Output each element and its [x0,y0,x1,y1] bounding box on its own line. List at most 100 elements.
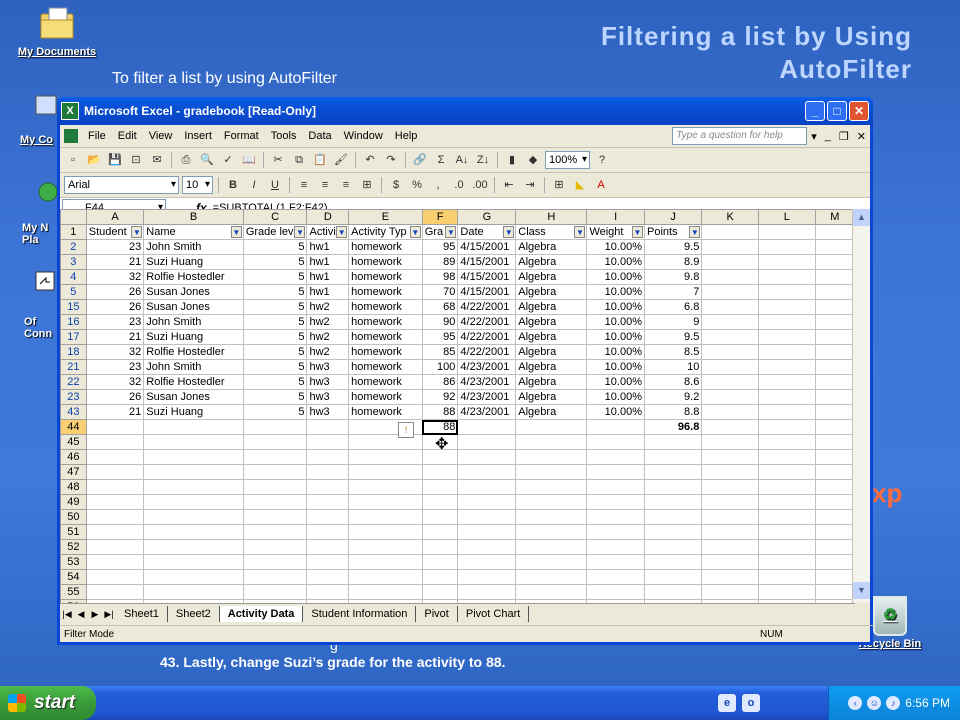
drawing-icon[interactable]: ◆ [524,151,542,169]
cell[interactable] [85,509,145,525]
cell[interactable]: 98 [421,269,459,285]
cell[interactable]: 10.00% [586,359,645,375]
cell[interactable]: homework [348,359,423,375]
field-header-cell[interactable]: Date ▼ [457,224,517,240]
cell[interactable]: 4/22/2001 [457,329,517,345]
zoom-select[interactable]: 100% [545,151,590,169]
cell[interactable] [643,554,703,570]
cell[interactable] [758,464,816,480]
cell[interactable] [306,554,350,570]
bold-icon[interactable]: B [224,176,242,194]
cell[interactable]: Susan Jones [143,299,244,315]
cell[interactable]: 8.5 [643,344,703,360]
volume-icon[interactable]: ♪ [886,696,901,710]
cell[interactable]: 10.00% [586,329,645,345]
cell[interactable]: hw2 [306,329,350,345]
cell[interactable]: 7 [643,284,703,300]
cell[interactable]: 10.00% [586,239,645,255]
percent-icon[interactable]: % [408,176,426,194]
menu-window[interactable]: Window [338,130,389,142]
column-header[interactable]: F [421,209,459,225]
scroll-up-icon[interactable]: ▲ [853,209,870,226]
cell[interactable] [457,524,517,540]
cell[interactable] [421,539,459,555]
cell[interactable]: 10.00% [586,344,645,360]
cell[interactable] [306,509,350,525]
cell[interactable]: 9.2 [643,389,703,405]
row-header[interactable]: 50 [60,509,87,525]
cell[interactable] [306,524,350,540]
cell[interactable] [814,554,855,570]
cell[interactable] [701,449,760,465]
cell[interactable] [515,509,588,525]
ask-dropdown-icon[interactable]: ▾ [807,130,821,143]
cell[interactable]: 4/22/2001 [457,299,517,315]
cell[interactable] [85,539,145,555]
cell[interactable]: 26 [85,299,145,315]
align-right-icon[interactable]: ≡ [337,176,355,194]
cell[interactable]: 100 [421,359,459,375]
cell[interactable]: homework [348,239,423,255]
field-header-cell[interactable]: Weight ▼ [586,224,645,240]
cell[interactable] [143,509,244,525]
row-header[interactable]: 53 [60,554,87,570]
cell[interactable]: 23 [85,359,145,375]
cell[interactable] [814,524,855,540]
undo-icon[interactable]: ↶ [361,151,379,169]
maximize-button[interactable]: □ [827,101,847,121]
cell[interactable]: 4/23/2001 [457,389,517,405]
cell[interactable] [457,554,517,570]
cell[interactable]: hw1 [306,239,350,255]
research-icon[interactable]: 📖 [240,151,258,169]
cell[interactable]: Suzi Huang [143,329,244,345]
cell[interactable] [814,494,855,510]
cell[interactable]: 5 [242,359,308,375]
cell[interactable]: hw3 [306,404,350,420]
cell[interactable] [701,344,760,360]
cell[interactable]: 95 [421,239,459,255]
cell[interactable]: homework [348,314,423,330]
ask-question-input[interactable]: Type a question for help [672,127,808,145]
email-icon[interactable]: ✉ [148,151,166,169]
cell[interactable]: 5 [242,239,308,255]
column-header[interactable]: K [701,209,760,225]
field-header-cell[interactable]: Activity Typ ▼ [348,224,423,240]
cell[interactable]: homework [348,269,423,285]
cell[interactable] [85,419,145,435]
field-header-cell[interactable] [701,224,760,240]
start-button[interactable]: start [0,686,96,720]
cell[interactable] [758,269,816,285]
tab-sheet1[interactable]: Sheet1 [116,606,168,622]
cell[interactable]: 5 [242,389,308,405]
field-header-cell[interactable]: Gra ▼ [421,224,459,240]
menu-view[interactable]: View [143,130,179,142]
cell[interactable] [701,539,760,555]
cell[interactable] [306,464,350,480]
cell[interactable]: 10.00% [586,284,645,300]
permission-icon[interactable]: ⊡ [127,151,145,169]
cell[interactable] [643,464,703,480]
row-header[interactable]: 15 [60,299,87,315]
cell[interactable] [348,554,423,570]
cell[interactable] [586,554,645,570]
cell[interactable] [701,524,760,540]
cell[interactable]: 23 [85,239,145,255]
format-painter-icon[interactable]: 🖌 [332,151,350,169]
cell[interactable] [586,569,645,585]
prev-sheet-icon[interactable]: ◀ [74,609,88,620]
cell[interactable]: 5 [242,254,308,270]
cell[interactable] [515,539,588,555]
tab-pivot-chart[interactable]: Pivot Chart [458,606,530,622]
autofilter-dropdown-icon[interactable]: ▼ [336,226,348,238]
cell[interactable] [701,419,760,435]
cell[interactable] [586,539,645,555]
cell[interactable] [758,554,816,570]
hyperlink-icon[interactable]: 🔗 [411,151,429,169]
cell[interactable] [348,509,423,525]
cell[interactable] [242,524,308,540]
redo-icon[interactable]: ↷ [382,151,400,169]
column-header[interactable]: B [143,209,244,225]
desktop-icon-network-places[interactable]: My N Pla [0,180,60,246]
cell[interactable] [348,539,423,555]
copy-icon[interactable]: ⧉ [290,151,308,169]
